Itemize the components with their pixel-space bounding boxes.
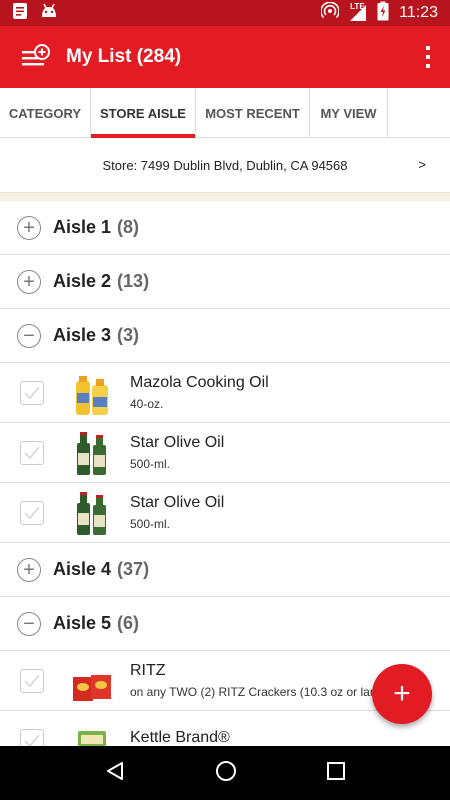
android-icon	[40, 3, 58, 23]
item-name: Star Olive Oil	[130, 434, 225, 451]
add-item-button[interactable]: +	[372, 664, 432, 724]
item-checkbox[interactable]	[20, 440, 44, 465]
expand-icon[interactable]: +	[17, 269, 41, 294]
app-bar: My List (284)	[0, 26, 450, 88]
list-item[interactable]: Star Olive Oil 500-ml.	[0, 483, 450, 543]
item-name: RITZ	[130, 662, 166, 679]
aisle-header[interactable]: − Aisle 5 (6)	[0, 597, 450, 651]
chevron-right-icon: >	[418, 157, 426, 172]
item-name: Kettle Brand®	[130, 729, 230, 746]
ritz-boxes-icon	[72, 659, 112, 703]
notes-icon	[12, 2, 28, 24]
clock: 11:23	[399, 4, 438, 21]
store-selector[interactable]: Store: 7499 Dublin Blvd, Dublin, CA 9456…	[0, 139, 450, 193]
home-icon[interactable]	[214, 759, 238, 788]
item-description: 40-oz.	[130, 397, 164, 411]
aisle-name: Aisle 1	[53, 217, 112, 237]
collapse-icon[interactable]: −	[17, 323, 41, 348]
store-address: Store: 7499 Dublin Blvd, Dublin, CA 9456…	[102, 158, 348, 173]
tab-category[interactable]: CATEGORY	[0, 88, 91, 138]
item-name: Star Olive Oil	[130, 494, 225, 511]
page-title: My List (284)	[66, 46, 182, 67]
aisle-list[interactable]: + Aisle 1 (8) + Aisle 2 (13) − Aisle 3 (…	[0, 201, 450, 746]
aisle-header[interactable]: − Aisle 3 (3)	[0, 309, 450, 363]
olive-oil-bottles-icon	[72, 431, 112, 475]
view-tabs: CATEGORY STORE AISLE MOST RECENT MY VIEW	[0, 88, 450, 138]
tab-most-recent[interactable]: MOST RECENT	[196, 88, 310, 138]
aisle-count: (6)	[117, 613, 140, 633]
aisle-name: Aisle 3	[53, 325, 112, 345]
aisle-count: (8)	[117, 217, 140, 237]
aisle-name: Aisle 4	[53, 559, 112, 579]
aisle-header[interactable]: + Aisle 4 (37)	[0, 543, 450, 597]
item-description: 500-ml.	[130, 517, 171, 531]
list-item[interactable]: Star Olive Oil 500-ml.	[0, 423, 450, 483]
aisle-count: (13)	[117, 271, 150, 291]
divider	[0, 193, 450, 201]
kettle-chips-bag-icon	[72, 719, 112, 746]
system-nav-bar	[0, 746, 450, 800]
item-checkbox[interactable]	[20, 728, 44, 746]
item-name: Mazola Cooking Oil	[130, 374, 269, 391]
add-list-icon[interactable]	[10, 26, 62, 88]
status-bar: LTE 11:23	[0, 0, 450, 26]
recents-icon[interactable]	[326, 761, 346, 786]
aisle-name: Aisle 2	[53, 271, 112, 291]
item-description: on any TWO (2) RITZ Crackers (10.3 oz or…	[130, 685, 374, 699]
signal-icon: LTE	[349, 2, 367, 22]
aisle-count: (37)	[117, 559, 150, 579]
item-checkbox[interactable]	[20, 500, 44, 525]
battery-charging-icon	[377, 1, 389, 25]
item-description: 500-ml.	[130, 457, 171, 471]
aisle-header[interactable]: + Aisle 1 (8)	[0, 201, 450, 255]
expand-icon[interactable]: +	[17, 215, 41, 240]
item-checkbox[interactable]	[20, 668, 44, 693]
tab-my-view[interactable]: MY VIEW	[310, 88, 388, 138]
collapse-icon[interactable]: −	[17, 611, 41, 636]
hotspot-icon	[320, 1, 340, 24]
olive-oil-bottles-icon	[72, 491, 112, 535]
aisle-count: (3)	[117, 325, 140, 345]
aisle-name: Aisle 5	[53, 613, 112, 633]
yellow-oil-bottles-icon	[72, 371, 112, 415]
tab-store-aisle[interactable]: STORE AISLE	[91, 88, 196, 138]
back-icon[interactable]	[104, 760, 126, 787]
more-vert-icon[interactable]	[406, 26, 450, 88]
network-type: LTE	[350, 2, 365, 11]
expand-icon[interactable]: +	[17, 557, 41, 582]
aisle-header[interactable]: + Aisle 2 (13)	[0, 255, 450, 309]
item-checkbox[interactable]	[20, 380, 44, 405]
list-item[interactable]: Mazola Cooking Oil 40-oz.	[0, 363, 450, 423]
